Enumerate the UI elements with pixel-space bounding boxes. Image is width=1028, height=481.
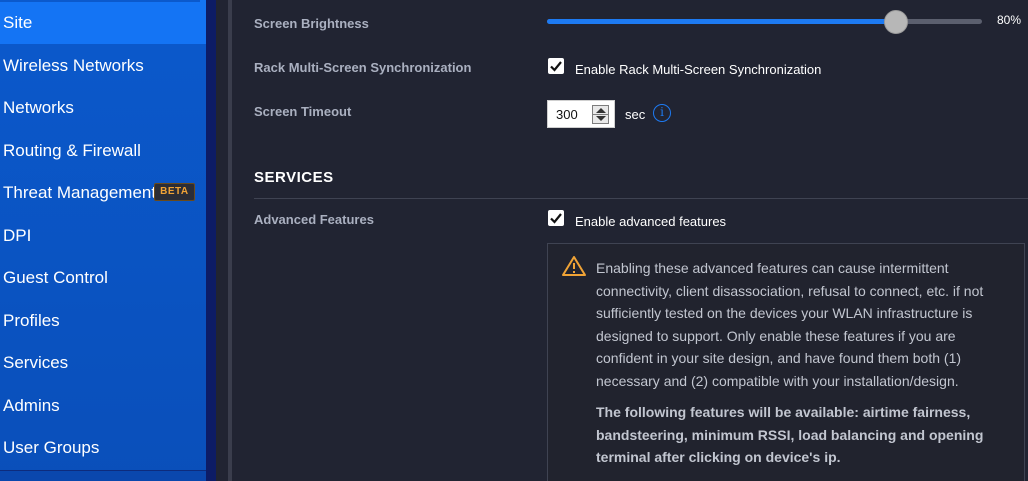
advanced-features-label: Advanced Features — [254, 212, 374, 227]
beta-badge: BETA — [154, 182, 195, 201]
sidebar-item-profiles[interactable]: Profiles — [0, 300, 206, 342]
sidebar-item-label: Threat Management — [3, 183, 157, 202]
advanced-features-checkbox-label[interactable]: Enable advanced features — [575, 214, 726, 229]
timeout-value: 300 — [556, 107, 578, 122]
warning-icon — [562, 256, 586, 276]
sidebar-item-networks[interactable]: Networks — [0, 87, 206, 129]
timeout-label: Screen Timeout — [254, 104, 352, 119]
sidebar-item-dpi[interactable]: DPI — [0, 215, 206, 257]
sidebar-item-label: Wireless Networks — [3, 56, 144, 75]
sidebar-item-guest-control[interactable]: Guest Control — [0, 257, 206, 299]
settings-page: Site Wireless Networks Networks Routing … — [0, 0, 1028, 481]
sidebar-item-site[interactable]: Site — [0, 2, 206, 44]
features-text: The following features will be available… — [596, 404, 984, 465]
rack-sync-checkbox[interactable] — [548, 58, 564, 74]
spin-divider — [593, 114, 608, 115]
sidebar-item-label: Services — [3, 353, 69, 372]
sidebar-item-label: DPI — [3, 226, 32, 245]
timeout-input[interactable]: 300 — [547, 100, 615, 128]
section-divider — [254, 198, 1028, 199]
advanced-features-checkbox[interactable] — [548, 210, 564, 226]
spin-up-icon[interactable] — [596, 108, 606, 113]
sidebar-item-label: Routing & Firewall — [3, 141, 141, 160]
sidebar-item-label: User Groups — [3, 438, 100, 457]
sidebar-item-label: Profiles — [3, 311, 60, 330]
sidebar-item-label: Guest Control — [3, 268, 108, 287]
rack-sync-label: Rack Multi-Screen Synchronization — [254, 60, 472, 75]
sidebar-divider[interactable] — [228, 0, 232, 481]
sidebar-item-label: Site — [3, 13, 33, 32]
sidebar-item-user-groups[interactable]: User Groups — [0, 427, 206, 469]
brightness-slider[interactable] — [547, 19, 982, 24]
rack-sync-checkbox-label[interactable]: Enable Rack Multi-Screen Synchronization — [575, 62, 821, 77]
check-icon — [550, 213, 562, 224]
timeout-unit: sec — [625, 107, 646, 122]
sidebar-item-services[interactable]: Services — [0, 342, 206, 384]
spin-down-icon[interactable] — [596, 116, 606, 121]
sidebar-item-threat-management[interactable]: Threat Management BETA — [0, 172, 206, 214]
timeout-spinner[interactable] — [592, 105, 609, 124]
warning-box: Enabling these advanced features can cau… — [547, 243, 1025, 481]
sidebar-item-label: Admins — [3, 396, 60, 415]
sidebar-item-label: Networks — [3, 98, 74, 117]
brightness-label: Screen Brightness — [254, 16, 369, 31]
brightness-slider-fill — [547, 19, 895, 24]
warning-text: Enabling these advanced features can cau… — [596, 260, 984, 389]
sidebar-item-admins[interactable]: Admins — [0, 385, 206, 427]
brightness-slider-handle[interactable] — [884, 10, 908, 34]
brightness-value: 80% — [997, 13, 1022, 27]
sidebar: Site Wireless Networks Networks Routing … — [0, 0, 222, 481]
sidebar-footer — [0, 470, 206, 481]
sidebar-gap — [216, 0, 228, 481]
sidebar-item-routing-firewall[interactable]: Routing & Firewall — [0, 130, 206, 172]
info-icon[interactable]: i — [653, 104, 671, 122]
sidebar-item-wireless-networks[interactable]: Wireless Networks — [0, 45, 206, 87]
section-title: SERVICES — [254, 169, 334, 186]
check-icon — [550, 61, 562, 72]
